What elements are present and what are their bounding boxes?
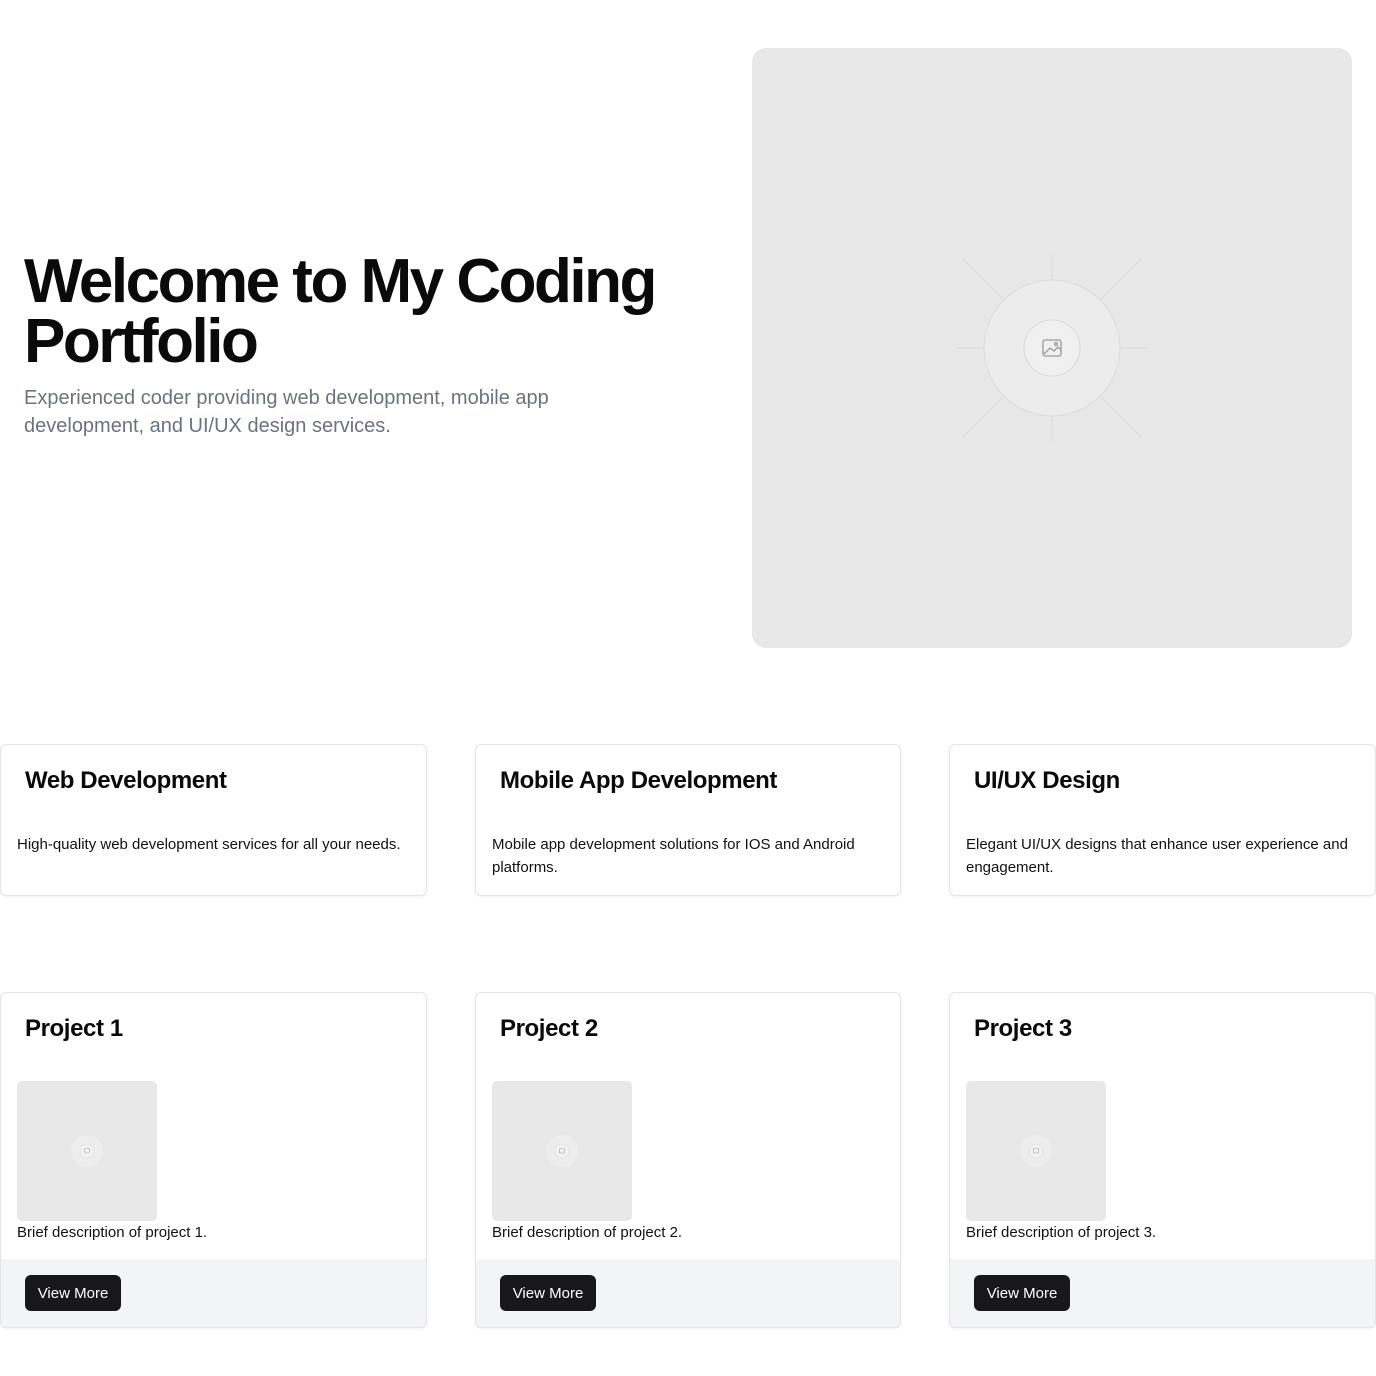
service-card-web-development: Web Development High-quality web develop… bbox=[0, 744, 427, 896]
project-card-1: Project 1 Brief description of project 1… bbox=[0, 992, 427, 1328]
image-placeholder-icon bbox=[1020, 1135, 1052, 1167]
project-image-placeholder bbox=[492, 1081, 632, 1221]
hero-section: Welcome to My Coding Portfolio Experienc… bbox=[0, 0, 1376, 696]
project-image-placeholder bbox=[17, 1081, 157, 1221]
project-description: Brief description of project 2. bbox=[492, 1224, 683, 1241]
project-title: Project 2 bbox=[500, 1015, 598, 1042]
service-card-mobile-app-development: Mobile App Development Mobile app develo… bbox=[475, 744, 901, 896]
view-more-button[interactable]: View More bbox=[25, 1275, 121, 1311]
project-card-3: Project 3 Brief description of project 3… bbox=[949, 992, 1376, 1328]
project-card-2: Project 2 Brief description of project 2… bbox=[475, 992, 901, 1328]
image-placeholder-icon bbox=[957, 253, 1147, 443]
view-more-button[interactable]: View More bbox=[974, 1275, 1070, 1311]
service-description: Elegant UI/UX designs that enhance user … bbox=[966, 836, 1348, 876]
project-card-footer: View More bbox=[476, 1259, 900, 1327]
image-placeholder-icon bbox=[71, 1135, 103, 1167]
hero-image-placeholder bbox=[752, 48, 1352, 648]
service-title: UI/UX Design bbox=[974, 767, 1120, 794]
project-title: Project 1 bbox=[25, 1015, 123, 1042]
project-title: Project 3 bbox=[974, 1015, 1072, 1042]
project-card-footer: View More bbox=[1, 1259, 426, 1327]
service-description: High-quality web development services fo… bbox=[17, 836, 401, 853]
service-title: Mobile App Development bbox=[500, 767, 777, 794]
service-card-ui-ux-design: UI/UX Design Elegant UI/UX designs that … bbox=[949, 744, 1376, 896]
project-description: Brief description of project 1. bbox=[17, 1224, 208, 1241]
image-placeholder-icon bbox=[546, 1135, 578, 1167]
hero-title: Welcome to My Coding Portfolio bbox=[24, 247, 657, 376]
view-more-button[interactable]: View More bbox=[500, 1275, 596, 1311]
project-image-placeholder bbox=[966, 1081, 1106, 1221]
project-card-footer: View More bbox=[950, 1259, 1375, 1327]
hero-subtitle: Experienced coder providing web developm… bbox=[24, 387, 549, 437]
service-title: Web Development bbox=[25, 767, 227, 794]
project-description: Brief description of project 3. bbox=[966, 1224, 1157, 1241]
service-description: Mobile app development solutions for IOS… bbox=[492, 836, 855, 876]
